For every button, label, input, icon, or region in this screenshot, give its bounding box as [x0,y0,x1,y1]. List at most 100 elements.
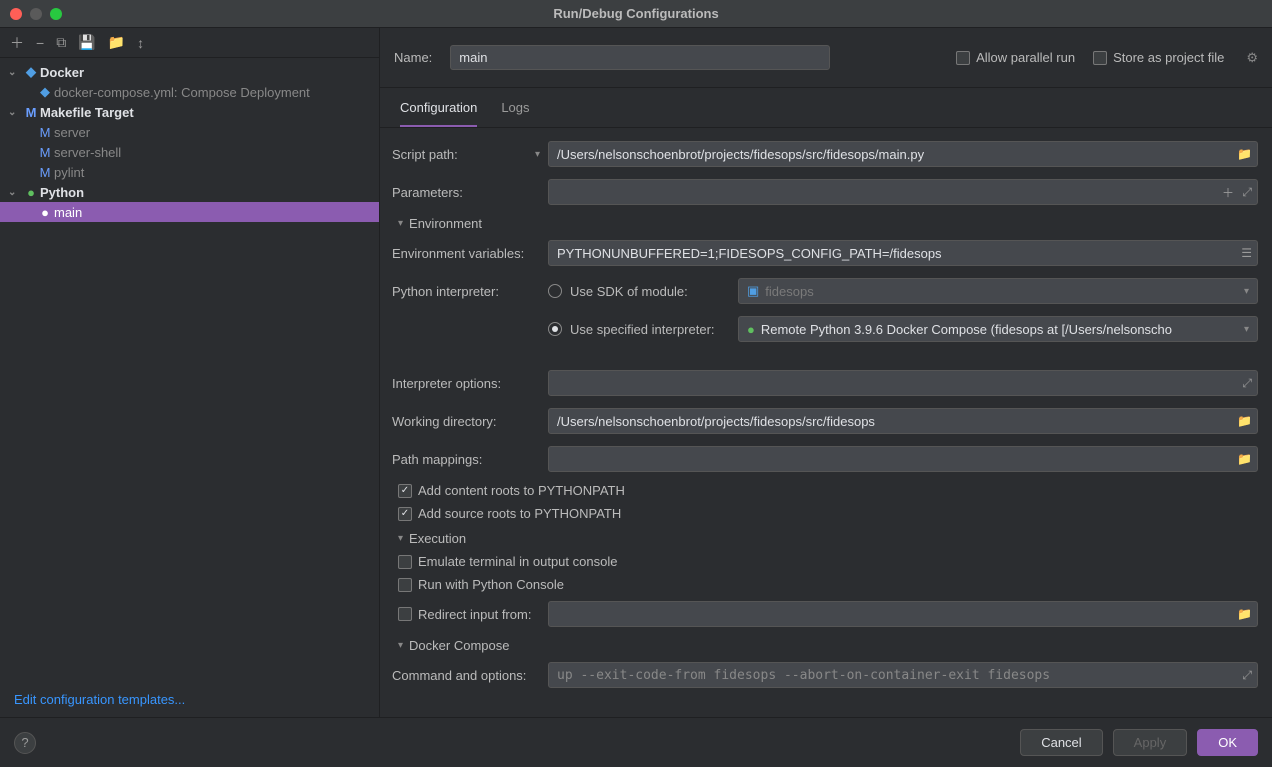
sdk-module-select[interactable]: ▣ fidesops ▾ [738,278,1258,304]
cmd-opts-label: Command and options: [392,668,548,683]
add-icon[interactable]: ＋ [10,33,24,53]
python-icon: ● [36,205,54,220]
store-as-project-checkbox[interactable]: Store as project file [1093,50,1224,65]
folder-icon[interactable]: 📁 [1237,414,1252,428]
env-vars-input[interactable] [548,240,1258,266]
tree-item-label: main [54,205,82,220]
chevron-down-icon: ⌄ [8,67,22,78]
name-input[interactable] [450,45,830,70]
folder-icon[interactable]: 📁 [1237,607,1252,621]
checkbox-label: Add content roots to PYTHONPATH [418,483,625,498]
allow-parallel-checkbox[interactable]: Allow parallel run [956,50,1075,65]
save-icon[interactable]: 💾 [78,34,95,51]
sidebar-toolbar: ＋ − ⧉ 💾 📁 ↕ [0,28,379,58]
python-console-checkbox[interactable]: Run with Python Console [392,577,1258,592]
tree-group-label: Docker [40,65,84,80]
tab-configuration[interactable]: Configuration [400,100,477,127]
footer: ? Cancel Apply OK [0,717,1272,767]
add-content-roots-checkbox[interactable]: Add content roots to PYTHONPATH [392,483,1258,498]
tab-logs[interactable]: Logs [501,100,529,127]
tree-group-makefile[interactable]: ⌄ M Makefile Target [0,102,379,122]
workdir-input[interactable] [548,408,1258,434]
sort-icon[interactable]: ↕ [137,35,144,51]
radio-sdk-module[interactable] [548,284,562,298]
interpreter-label: Python interpreter: [392,284,548,299]
tree-item-main[interactable]: ● main [0,202,379,222]
config-tree: ⌄ ◆ Docker ◆ docker-compose.yml: Compose… [0,58,379,682]
workdir-label: Working directory: [392,414,548,429]
tree-group-label: Makefile Target [40,105,134,120]
tree-item-server[interactable]: M server [0,122,379,142]
chevron-down-icon: ⌄ [8,187,22,198]
help-button[interactable]: ? [14,732,36,754]
expand-icon[interactable]: ⤢ [1242,668,1252,683]
redirect-input-field[interactable] [548,601,1258,627]
folder-icon[interactable]: 📁 [1237,147,1252,161]
section-label: Execution [409,531,466,546]
apply-button[interactable]: Apply [1113,729,1188,756]
copy-icon[interactable]: ⧉ [56,34,66,51]
expand-icon[interactable]: ⤢ [1242,376,1252,391]
pathmap-input[interactable] [548,446,1258,472]
tree-group-docker[interactable]: ⌄ ◆ Docker [0,62,379,82]
window-title: Run/Debug Configurations [553,6,718,21]
folder-icon[interactable]: 📁 [108,34,125,51]
script-path-input[interactable] [548,141,1258,167]
compose-icon: ◆ [36,84,54,100]
checkbox-icon [398,607,412,621]
python-icon: ● [747,322,755,337]
sidebar: ＋ − ⧉ 💾 📁 ↕ ⌄ ◆ Docker ◆ docker-compose.… [0,28,380,717]
maximize-window-icon[interactable] [50,8,62,20]
chevron-down-icon[interactable]: ▾ [535,149,540,160]
radio-label: Use specified interpreter: [570,322,715,337]
minimize-window-icon[interactable] [30,8,42,20]
tree-item-label: pylint [54,165,84,180]
chevron-down-icon: ▾ [1244,324,1249,335]
section-label: Environment [409,216,482,231]
chevron-down-icon: ▾ [398,640,403,651]
checkbox-icon [956,51,970,65]
checkbox-label: Run with Python Console [418,577,564,592]
makefile-icon: M [36,165,54,180]
script-path-label: Script path: [392,147,458,162]
checkbox-label: Add source roots to PYTHONPATH [418,506,621,521]
tree-group-python[interactable]: ⌄ ● Python [0,182,379,202]
tree-item-server-shell[interactable]: M server-shell [0,142,379,162]
expand-icon[interactable]: ⤢ [1242,185,1252,200]
remove-icon[interactable]: − [36,35,44,51]
tree-item-label: docker-compose.yml: Compose Deployment [54,85,310,100]
close-window-icon[interactable] [10,8,22,20]
select-value: Remote Python 3.9.6 Docker Compose (fide… [761,322,1172,337]
ok-button[interactable]: OK [1197,729,1258,756]
edit-templates-link[interactable]: Edit configuration templates... [0,682,379,717]
environment-section[interactable]: ▾ Environment [398,216,1258,231]
chevron-down-icon: ⌄ [8,107,22,118]
cancel-button[interactable]: Cancel [1020,729,1102,756]
tree-item-label: server-shell [54,145,121,160]
gear-icon[interactable]: ⚙ [1246,50,1258,66]
titlebar: Run/Debug Configurations [0,0,1272,28]
execution-section[interactable]: ▾ Execution [398,531,1258,546]
list-icon[interactable]: ☰ [1241,246,1252,260]
plus-icon[interactable]: ＋ [1222,184,1234,201]
interpreter-select[interactable]: ● Remote Python 3.9.6 Docker Compose (fi… [738,316,1258,342]
redirect-input-checkbox[interactable]: Redirect input from: [392,607,548,622]
checkbox-label: Emulate terminal in output console [418,554,617,569]
parameters-input[interactable] [548,179,1258,205]
radio-specified-interpreter[interactable] [548,322,562,336]
folder-icon[interactable]: 📁 [1237,452,1252,466]
docker-icon: ◆ [22,64,40,80]
name-label: Name: [394,50,432,65]
emulate-terminal-checkbox[interactable]: Emulate terminal in output console [392,554,1258,569]
makefile-icon: M [22,105,40,120]
docker-compose-section[interactable]: ▾ Docker Compose [398,638,1258,653]
checkbox-icon [398,578,412,592]
tree-item-docker-compose[interactable]: ◆ docker-compose.yml: Compose Deployment [0,82,379,102]
module-icon: ▣ [747,283,759,299]
interp-opts-input[interactable] [548,370,1258,396]
cmd-opts-input[interactable] [548,662,1258,688]
checkbox-icon [398,555,412,569]
add-source-roots-checkbox[interactable]: Add source roots to PYTHONPATH [392,506,1258,521]
tree-item-pylint[interactable]: M pylint [0,162,379,182]
chevron-down-icon: ▾ [1244,286,1249,297]
